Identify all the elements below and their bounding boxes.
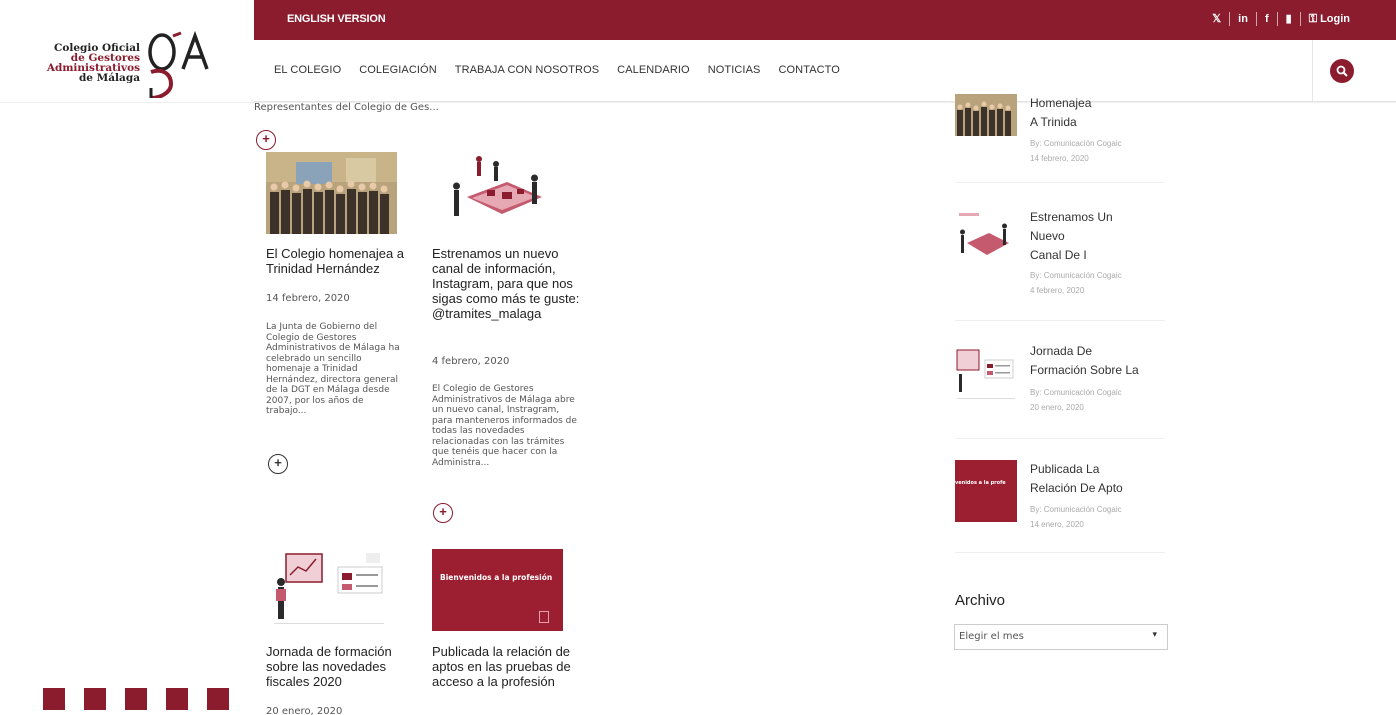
square-decoration bbox=[43, 688, 65, 710]
post-title[interactable]: Estrenamos un nuevo canal de información… bbox=[432, 246, 582, 321]
read-more-button[interactable]: + bbox=[433, 503, 453, 523]
sidebar-thumb-jornada[interactable] bbox=[955, 346, 1017, 402]
post-image-jornada[interactable] bbox=[266, 549, 397, 631]
sidebar-item-meta: By: Comunicación Cogaic 20 enero, 2020 bbox=[1030, 385, 1160, 415]
nav-item-contacto[interactable]: CONTACTO bbox=[778, 64, 840, 76]
sidebar-thumb-instagram[interactable] bbox=[955, 209, 1017, 267]
sidebar-date: 20 enero, 2020 bbox=[1030, 403, 1084, 412]
logo-mark-icon bbox=[148, 30, 209, 98]
post-date: 14 febrero, 2020 bbox=[266, 293, 350, 304]
post-title[interactable]: Jornada de formación sobre las novedades… bbox=[266, 644, 411, 689]
sidebar-thumb-profesion[interactable]: venidos a la profe bbox=[955, 460, 1017, 522]
sidebar-item-meta: By: Comunicación Cogaic 14 febrero, 2020 bbox=[1030, 136, 1160, 166]
sidebar-title-line: Publicada La bbox=[1030, 462, 1100, 476]
logo-line-4: de Málaga bbox=[78, 72, 140, 84]
previous-excerpt: Representantes del Colegio de Ges... bbox=[254, 102, 439, 113]
archive-heading: Archivo bbox=[955, 592, 1006, 609]
post-image-homenaje[interactable] bbox=[266, 152, 397, 234]
linkedin-icon[interactable]: in bbox=[1229, 12, 1256, 26]
social-links: 𝕏 in f ▮ ⚿ Login bbox=[1204, 12, 1358, 26]
nav-item-calendario[interactable]: CALENDARIO bbox=[617, 64, 690, 76]
post-date: 20 enero, 2020 bbox=[266, 706, 343, 715]
nav-item-trabaja[interactable]: TRABAJA CON NOSOTROS bbox=[455, 64, 599, 76]
youtube-icon[interactable]: ▮ bbox=[1276, 12, 1300, 26]
sidebar-date: 4 febrero, 2020 bbox=[1030, 286, 1085, 295]
top-bar: ENGLISH VERSION 𝕏 in f ▮ ⚿ Login bbox=[254, 0, 1396, 40]
login-label: Login bbox=[1320, 13, 1350, 25]
square-decoration bbox=[125, 688, 147, 710]
archive-month-select[interactable]: Elegir el mes ▾ bbox=[954, 624, 1168, 650]
english-version-link[interactable]: ENGLISH VERSION bbox=[287, 13, 386, 25]
key-icon: ⚿ bbox=[1308, 13, 1318, 25]
archive-select-value: Elegir el mes bbox=[959, 631, 1024, 642]
search-button[interactable] bbox=[1330, 59, 1354, 83]
search-icon bbox=[1336, 65, 1348, 77]
sidebar-thumb-text: venidos a la profe bbox=[955, 480, 1006, 486]
square-decoration bbox=[166, 688, 188, 710]
sidebar-title-line: Jornada De bbox=[1030, 344, 1093, 358]
sidebar-title-line: Nuevo bbox=[1030, 229, 1065, 243]
square-decoration bbox=[207, 688, 229, 710]
post-date: 4 febrero, 2020 bbox=[432, 356, 510, 367]
sidebar-separator bbox=[955, 438, 1165, 439]
post-banner-text: Bienvenidos a la profesión bbox=[440, 573, 553, 582]
nav-divider bbox=[1312, 40, 1313, 102]
sidebar-title-line: Formación Sobre La bbox=[1030, 363, 1139, 377]
twitter-icon[interactable]: 𝕏 bbox=[1204, 12, 1229, 26]
sidebar-item-meta: By: Comunicación Cogaic 4 febrero, 2020 bbox=[1030, 268, 1160, 298]
sidebar-thumb-homenaje[interactable] bbox=[955, 94, 1017, 136]
site-logo[interactable]: Colegio Oficial de Gestores Administrati… bbox=[0, 22, 254, 102]
nav-item-colegiacion[interactable]: COLEGIACIÓN bbox=[359, 64, 437, 76]
logo-text: Colegio Oficial de Gestores Administrati… bbox=[30, 43, 140, 84]
sidebar-title-line: Relación De Apto bbox=[1030, 481, 1123, 495]
nav-item-noticias[interactable]: NOTICIAS bbox=[708, 64, 761, 76]
sidebar-item-meta: By: Comunicación Cogaic 14 enero, 2020 bbox=[1030, 502, 1160, 532]
sidebar-author: By: Comunicación Cogaic bbox=[1030, 388, 1122, 397]
post-title[interactable]: El Colegio homenajea a Trinidad Hernánde… bbox=[266, 246, 411, 276]
decorative-squares bbox=[43, 688, 229, 710]
post-excerpt: El Colegio de Gestores Administrativos d… bbox=[432, 384, 577, 468]
sidebar-author: By: Comunicación Cogaic bbox=[1030, 139, 1122, 148]
sidebar-title-line: Homenajea bbox=[1030, 96, 1092, 110]
sidebar-title-line: Canal De I bbox=[1030, 248, 1087, 262]
sidebar-title-line: Estrenamos Un bbox=[1030, 210, 1113, 224]
sidebar-date: 14 enero, 2020 bbox=[1030, 520, 1084, 529]
main-nav: EL COLEGIO COLEGIACIÓN TRABAJA CON NOSOT… bbox=[254, 40, 1396, 102]
sidebar-separator bbox=[955, 320, 1165, 321]
header-divider bbox=[0, 102, 1396, 103]
sidebar-item-title[interactable]: Jornada De Formación Sobre La bbox=[1030, 342, 1150, 380]
sidebar-item-title[interactable]: Publicada La Relación De Apto bbox=[1030, 460, 1150, 498]
sidebar-title-line: A Trinida bbox=[1030, 115, 1077, 129]
post-excerpt: La Junta de Gobierno del Colegio de Gest… bbox=[266, 322, 400, 416]
square-decoration bbox=[84, 688, 106, 710]
sidebar-item-title[interactable]: Estrenamos Un Nuevo Canal De I bbox=[1030, 208, 1150, 265]
sidebar-item-title[interactable]: Homenajea A Trinida bbox=[1030, 94, 1150, 132]
sidebar-separator bbox=[955, 552, 1165, 553]
facebook-icon[interactable]: f bbox=[1255, 12, 1277, 26]
read-more-button[interactable]: + bbox=[268, 454, 288, 474]
sidebar-date: 14 febrero, 2020 bbox=[1030, 154, 1089, 163]
post-title[interactable]: Publicada la relación de aptos en las pr… bbox=[432, 644, 582, 689]
nav-item-el-colegio[interactable]: EL COLEGIO bbox=[274, 64, 341, 76]
post-image-profesion[interactable]: Bienvenidos a la profesión bbox=[432, 549, 563, 631]
sidebar-author: By: Comunicación Cogaic bbox=[1030, 505, 1122, 514]
dropdown-arrow-icon: ▾ bbox=[1152, 630, 1157, 640]
post-image-instagram[interactable] bbox=[432, 152, 563, 234]
sidebar-author: By: Comunicación Cogaic bbox=[1030, 271, 1122, 280]
corner-decoration bbox=[539, 611, 549, 623]
read-more-button[interactable]: + bbox=[256, 130, 276, 150]
sidebar-separator bbox=[955, 182, 1165, 183]
login-link[interactable]: ⚿ Login bbox=[1299, 12, 1358, 26]
